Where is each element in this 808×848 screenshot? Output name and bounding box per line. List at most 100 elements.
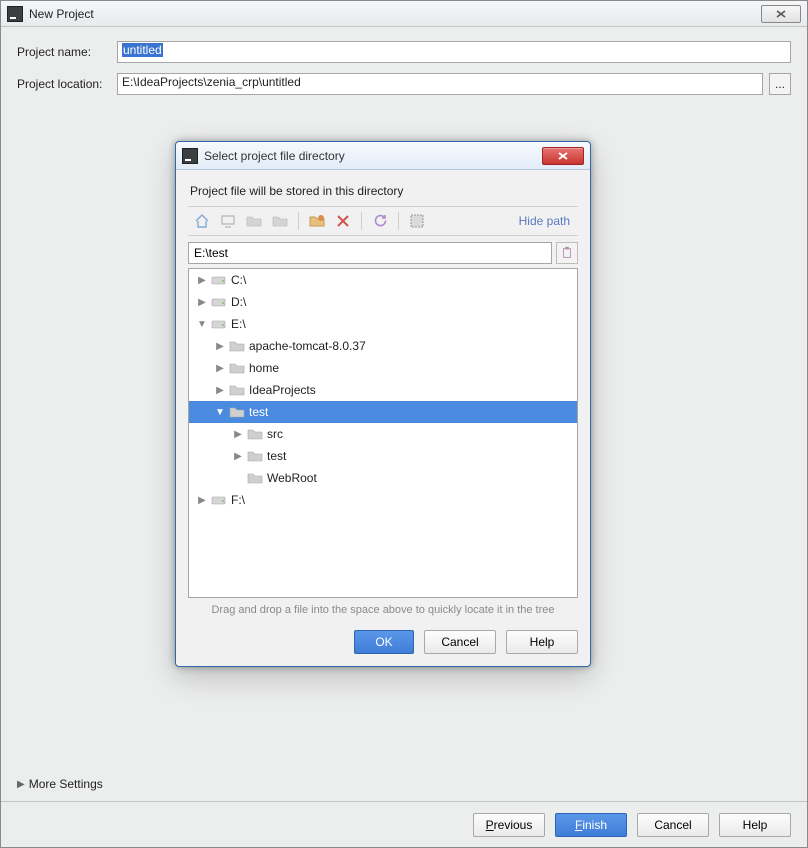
drive-icon (211, 273, 227, 287)
hide-path-link[interactable]: Hide path (519, 214, 574, 228)
tree-item-label: C:\ (231, 273, 246, 287)
dialog-body: Project file will be stored in this dire… (176, 170, 590, 666)
tree-item[interactable]: ▼ E:\ (189, 313, 577, 335)
tree-item-label: test (267, 449, 286, 463)
tree-item-label: F:\ (231, 493, 245, 507)
project-name-value: untitled (122, 43, 163, 57)
tree-item-label: WebRoot (267, 471, 317, 485)
help-button[interactable]: Help (719, 813, 791, 837)
window-titlebar: New Project (1, 1, 807, 27)
expand-toggle-icon[interactable]: ▶ (231, 451, 245, 462)
tree-item-label: D:\ (231, 295, 246, 309)
project-location-input[interactable]: E:\IdeaProjects\zenia_crp\untitled (117, 73, 763, 95)
folder-icon (229, 339, 245, 353)
previous-button[interactable]: Previous (473, 813, 545, 837)
window-body: Project name: untitled Project location:… (1, 27, 807, 95)
project-button[interactable] (244, 211, 264, 231)
browse-location-button[interactable]: ... (769, 73, 791, 95)
folder-new-icon (309, 213, 325, 229)
tree-item[interactable]: ▶ IdeaProjects (189, 379, 577, 401)
folder-module-icon (272, 213, 288, 229)
refresh-icon (372, 213, 388, 229)
tree-item[interactable]: ▶ D:\ (189, 291, 577, 313)
tree-item[interactable]: ▼ test (189, 401, 577, 423)
expand-toggle-icon[interactable]: ▶ (231, 429, 245, 440)
delete-icon (335, 213, 351, 229)
folder-icon (247, 449, 263, 463)
cancel-button[interactable]: Cancel (637, 813, 709, 837)
tree-item-label: apache-tomcat-8.0.37 (249, 339, 366, 353)
dialog-toolbar: Hide path (188, 206, 578, 236)
project-name-label: Project name: (17, 45, 117, 59)
expand-toggle-icon[interactable]: ▶ (195, 297, 209, 308)
folder-icon (247, 427, 263, 441)
desktop-button[interactable] (218, 211, 238, 231)
show-hidden-icon (409, 213, 425, 229)
home-icon (194, 213, 210, 229)
project-name-input[interactable]: untitled (117, 41, 791, 63)
dialog-help-button[interactable]: Help (506, 630, 578, 654)
dialog-button-bar: OK Cancel Help (188, 630, 578, 654)
toolbar-separator (298, 212, 299, 230)
more-settings-label: More Settings (29, 777, 103, 791)
desktop-icon (220, 213, 236, 229)
new-folder-button[interactable] (307, 211, 327, 231)
dialog-close-button[interactable] (542, 147, 584, 165)
tree-item[interactable]: ▶ C:\ (189, 269, 577, 291)
tree-item[interactable]: ▶ apache-tomcat-8.0.37 (189, 335, 577, 357)
expand-toggle-icon[interactable]: ▶ (195, 275, 209, 286)
expand-toggle-icon[interactable]: ▶ (213, 363, 227, 374)
app-icon (7, 6, 23, 22)
new-project-window: New Project Project name: untitled Proje… (0, 0, 808, 848)
more-settings-toggle[interactable]: ▶ More Settings (17, 777, 103, 791)
module-button[interactable] (270, 211, 290, 231)
project-location-row: Project location: E:\IdeaProjects\zenia_… (17, 73, 791, 95)
finish-button[interactable]: Finish (555, 813, 627, 837)
show-hidden-button[interactable] (407, 211, 427, 231)
drag-hint: Drag and drop a file into the space abov… (188, 604, 578, 616)
project-location-label: Project location: (17, 77, 117, 91)
tree-item[interactable]: ▶ src (189, 423, 577, 445)
dialog-titlebar: Select project file directory (176, 142, 590, 170)
tree-item-label: IdeaProjects (249, 383, 316, 397)
folder-project-icon (246, 213, 262, 229)
close-icon (556, 151, 570, 161)
clipboard-icon (560, 246, 574, 260)
tree-item-label: src (267, 427, 283, 441)
home-button[interactable] (192, 211, 212, 231)
folder-icon (229, 405, 245, 419)
directory-tree[interactable]: ▶C:\▶D:\▼E:\▶apache-tomcat-8.0.37▶home▶I… (188, 268, 578, 598)
history-button[interactable] (556, 242, 578, 264)
ok-button[interactable]: OK (354, 630, 414, 654)
refresh-button[interactable] (370, 211, 390, 231)
toolbar-separator (398, 212, 399, 230)
chevron-right-icon: ▶ (17, 779, 25, 790)
dialog-hint: Project file will be stored in this dire… (188, 180, 578, 206)
expand-toggle-icon[interactable]: ▶ (213, 385, 227, 396)
expand-toggle-icon[interactable]: ▶ (213, 341, 227, 352)
tree-item[interactable]: WebRoot (189, 467, 577, 489)
tree-item[interactable]: ▶ test (189, 445, 577, 467)
toolbar-separator (361, 212, 362, 230)
expand-toggle-icon[interactable]: ▶ (195, 495, 209, 506)
path-row (188, 242, 578, 264)
dialog-title: Select project file directory (204, 149, 542, 163)
folder-icon (229, 383, 245, 397)
tree-item-label: E:\ (231, 317, 246, 331)
tree-item-label: test (249, 405, 268, 419)
path-input[interactable] (188, 242, 552, 264)
wizard-button-bar: Previous Finish Cancel Help (1, 801, 807, 847)
expand-toggle-icon[interactable]: ▼ (213, 407, 227, 418)
project-name-row: Project name: untitled (17, 41, 791, 63)
tree-item[interactable]: ▶ F:\ (189, 489, 577, 511)
select-directory-dialog: Select project file directory Project fi… (175, 141, 591, 667)
delete-button[interactable] (333, 211, 353, 231)
window-title: New Project (29, 7, 761, 21)
window-close-button[interactable] (761, 5, 801, 23)
expand-toggle-icon[interactable]: ▼ (195, 319, 209, 330)
folder-icon (229, 361, 245, 375)
dialog-cancel-button[interactable]: Cancel (424, 630, 496, 654)
tree-item[interactable]: ▶home (189, 357, 577, 379)
dialog-app-icon (182, 148, 198, 164)
drive-icon (211, 295, 227, 309)
